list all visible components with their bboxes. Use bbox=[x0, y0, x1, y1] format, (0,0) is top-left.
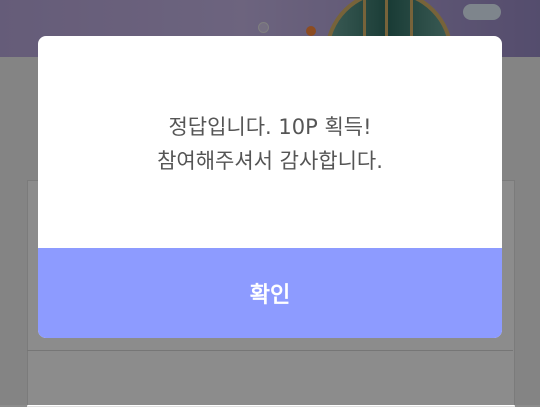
alert-dialog: 정답입니다. 10P 획득! 참여해주셔서 감사합니다. 확인 bbox=[38, 36, 502, 338]
message-line-2: 참여해주셔서 감사합니다. bbox=[157, 149, 383, 173]
message-line-1: 정답입니다. 10P 획득! bbox=[168, 115, 372, 139]
confirm-button-label: 확인 bbox=[249, 282, 291, 307]
dialog-message: 정답입니다. 10P 획득! 참여해주셔서 감사합니다. bbox=[38, 36, 502, 248]
confirm-button[interactable]: 확인 bbox=[38, 248, 502, 338]
